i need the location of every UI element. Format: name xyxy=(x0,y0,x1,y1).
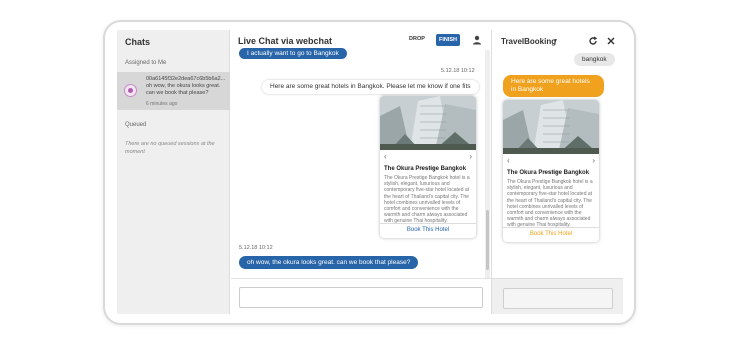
hotel-description: The Okura Prestige Bangkok hotel is a st… xyxy=(507,179,593,229)
preview-user-message: bangkok xyxy=(574,53,615,66)
bot-message: Here are some great hotels in Bangkok. P… xyxy=(262,80,479,94)
session-last-message: oh wow, the okura looks great. can we bo… xyxy=(146,83,221,96)
close-icon[interactable] xyxy=(606,36,616,46)
preview-title[interactable]: TravelBooking xyxy=(501,37,556,46)
sidebar-title: Chats xyxy=(125,37,151,47)
refresh-icon[interactable] xyxy=(588,36,598,46)
hotel-description: The Okura Prestige Bangkok hotel is a st… xyxy=(384,175,470,225)
preview-header: TravelBooking ▼ xyxy=(492,30,623,52)
finish-button[interactable]: FINISH xyxy=(436,34,460,46)
message-input[interactable] xyxy=(239,287,483,308)
composer-area xyxy=(231,278,491,314)
preview-footer xyxy=(492,278,623,314)
book-hotel-button[interactable]: Book This Hotel xyxy=(380,227,476,233)
preview-bot-message: Here are some great hotels in Bangkok xyxy=(503,75,604,97)
chat-panel: Live Chat via webchat DROP FINISH I actu… xyxy=(231,30,491,314)
assigned-section-label: Assigned to Me xyxy=(125,60,167,66)
hotel-image xyxy=(503,100,599,154)
hotel-title: The Okura Prestige Bangkok xyxy=(384,166,467,172)
app-window: Chats Assigned to Me 00a6145f32e2dea67c6… xyxy=(117,30,623,314)
book-hotel-button[interactable]: Book This Hotel xyxy=(503,231,599,237)
card-divider xyxy=(380,223,476,224)
bot-preview-panel: TravelBooking ▼ bangkok Here are some gr… xyxy=(491,30,623,314)
message-timestamp: 5.12.18 10:12 xyxy=(441,68,475,74)
chat-title: Live Chat via webchat xyxy=(238,36,333,46)
avatar xyxy=(124,84,137,97)
session-item[interactable]: 00a6145f32e2dea67c6b5b6a2... oh wow, the… xyxy=(117,72,230,110)
hotel-image xyxy=(380,96,476,150)
session-id: 00a6145f32e2dea67c6b5b6a2... xyxy=(146,76,226,82)
drop-button[interactable]: DROP xyxy=(409,36,425,42)
queued-empty-text: There are no queued sessions at the mome… xyxy=(125,141,215,155)
user-message: oh wow, the okura looks great. can we bo… xyxy=(239,256,419,269)
chat-scrollbar[interactable] xyxy=(485,50,490,278)
card-divider xyxy=(503,227,599,228)
hotel-title: The Okura Prestige Bangkok xyxy=(507,170,590,176)
preview-message-input[interactable] xyxy=(503,288,613,309)
user-message: I actually want to go to Bangkok xyxy=(239,48,347,59)
queued-section-label: Queued xyxy=(125,122,147,128)
person-icon[interactable] xyxy=(472,35,482,45)
sidebar: Chats Assigned to Me 00a6145f32e2dea67c6… xyxy=(117,30,230,314)
hotel-card: ‹ › The Okura Prestige Bangkok The Okura… xyxy=(380,96,476,238)
message-timestamp: 5.12.18 10:12 xyxy=(239,245,273,251)
session-time: 6 minutes ago xyxy=(146,101,178,107)
chevron-down-icon[interactable]: ▼ xyxy=(553,38,558,44)
preview-hotel-card: ‹ › The Okura Prestige Bangkok The Okura… xyxy=(503,100,599,242)
